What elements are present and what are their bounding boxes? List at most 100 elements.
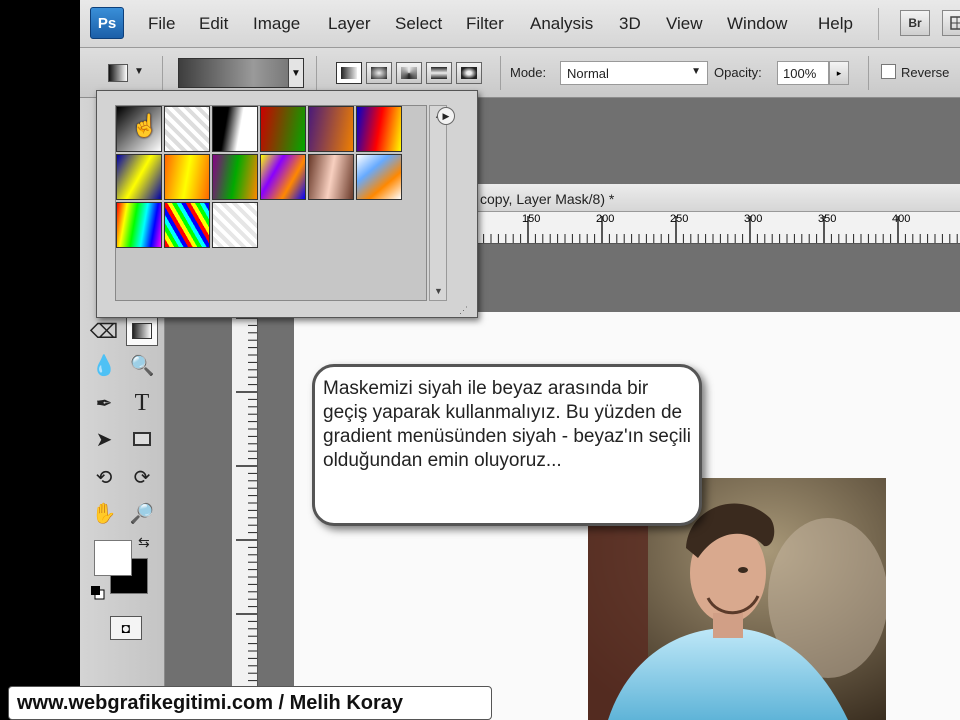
options-separator	[868, 56, 869, 90]
gradient-swatch[interactable]	[164, 154, 210, 200]
3d-rotate-tool[interactable]: ⟲	[88, 462, 120, 492]
diamond-gradient-button[interactable]	[456, 62, 482, 84]
ruler-label: 250	[670, 213, 689, 225]
gradient-swatch[interactable]	[164, 202, 210, 248]
gradient-swatch[interactable]	[116, 154, 162, 200]
watermark: www.webgrafikegitimi.com / Melih Koray	[8, 686, 492, 720]
type-tool[interactable]: T	[126, 388, 158, 418]
quick-mask-button[interactable]: ◘	[110, 616, 142, 640]
type-icon: T	[134, 389, 150, 416]
ruler-label: 400	[892, 213, 911, 225]
gradient-swatch[interactable]	[164, 106, 210, 152]
opacity-slider-button[interactable]: ▸	[829, 61, 849, 85]
menu-image[interactable]: Image	[253, 14, 300, 34]
menu-window[interactable]: Window	[727, 14, 787, 34]
chevron-down-icon: ▼	[134, 66, 144, 77]
ruler-label: 350	[818, 213, 837, 225]
rectangle-tool[interactable]	[126, 424, 158, 454]
menu-analysis[interactable]: Analysis	[530, 14, 593, 34]
rectangle-shape-icon	[133, 432, 151, 446]
gradient-swatch[interactable]: ☝	[116, 106, 162, 152]
3d-orbit-tool[interactable]: ⟳	[126, 462, 158, 492]
linear-gradient-button[interactable]	[336, 62, 362, 84]
chevron-down-icon: ▼	[691, 66, 701, 77]
diamond-gradient-icon	[461, 67, 477, 79]
bridge-button[interactable]: Br	[900, 10, 930, 36]
reverse-checkbox[interactable]	[881, 64, 896, 79]
gradient-swatch[interactable]	[356, 154, 402, 200]
quick-mask-icon: ◘	[121, 620, 131, 636]
swap-colors-icon[interactable]: ⇆	[138, 534, 150, 551]
pen-tool[interactable]: ✒	[88, 388, 120, 418]
popup-scrollbar[interactable]: ▲ ▼	[429, 105, 447, 301]
reverse-label: Reverse	[901, 65, 950, 80]
gradient-swatch[interactable]	[212, 202, 258, 248]
mode-value: Normal	[567, 66, 609, 81]
3d-rotate-icon: ⟲	[95, 466, 113, 489]
gradient-picker-popup: ☝ ▲ ▼ ▶ ⋰	[96, 90, 478, 318]
dodge-tool[interactable]: 🔍	[126, 350, 158, 380]
photoshop-logo-icon[interactable]: Ps	[90, 7, 124, 39]
gradient-swatch-grid: ☝	[115, 105, 427, 301]
3d-orbit-icon: ⟳	[133, 466, 151, 489]
hand-icon: ✋	[91, 502, 117, 525]
radial-gradient-button[interactable]	[366, 62, 392, 84]
menu-bar: Ps File Edit Image Layer Select Filter A…	[80, 0, 960, 48]
mode-label: Mode:	[510, 65, 547, 80]
blur-drop-icon: 💧	[91, 354, 117, 377]
ruler-label: 200	[596, 213, 615, 225]
path-selection-tool[interactable]: ➤	[88, 424, 120, 454]
opacity-label: Opacity:	[714, 65, 762, 80]
options-separator	[316, 56, 317, 90]
menu-view[interactable]: View	[666, 14, 703, 34]
resize-grip[interactable]: ⋰	[459, 305, 468, 316]
menu-3d[interactable]: 3D	[619, 14, 641, 34]
gradient-swatch[interactable]	[308, 154, 354, 200]
menu-edit[interactable]: Edit	[199, 14, 228, 34]
callout-text: Maskemizi siyah ile beyaz arasında bir g…	[323, 378, 692, 471]
gradient-tool-preset-icon	[108, 64, 128, 82]
popup-menu-button[interactable]: ▶	[437, 107, 455, 125]
blur-tool[interactable]: 💧	[88, 350, 120, 380]
dodge-icon: 🔍	[129, 354, 155, 377]
gradient-swatch[interactable]	[308, 106, 354, 152]
angle-gradient-button[interactable]	[396, 62, 422, 84]
gradient-swatch[interactable]	[260, 106, 306, 152]
gradient-swatch[interactable]	[212, 106, 258, 152]
default-colors-icon[interactable]	[91, 586, 105, 600]
grid-icon	[950, 16, 960, 30]
menu-help[interactable]: Help	[818, 14, 853, 34]
path-select-icon: ➤	[95, 428, 113, 451]
tool-preset-picker[interactable]: ▼	[104, 60, 144, 86]
scroll-down-icon[interactable]: ▼	[434, 286, 443, 296]
gradient-swatch[interactable]	[116, 202, 162, 248]
eraser-tool[interactable]: ⌫	[88, 316, 120, 346]
gradient-swatch[interactable]	[356, 106, 402, 152]
gradient-picker-arrow[interactable]: ▼	[288, 59, 303, 87]
angle-gradient-icon	[401, 67, 417, 79]
zoom-tool[interactable]: 🔎	[126, 498, 158, 528]
foreground-color-swatch[interactable]	[94, 540, 132, 576]
radial-gradient-icon	[371, 67, 387, 79]
gradient-preview[interactable]	[178, 58, 304, 88]
menu-layer[interactable]: Layer	[328, 14, 371, 34]
hand-tool[interactable]: ✋	[88, 498, 120, 528]
reflected-gradient-button[interactable]	[426, 62, 452, 84]
view-extras-button[interactable]	[942, 10, 960, 36]
options-separator	[162, 56, 163, 90]
mode-select[interactable]: Normal ▼	[560, 61, 708, 85]
menu-file[interactable]: File	[148, 14, 175, 34]
hand-cursor-icon: ☝	[131, 113, 159, 138]
ruler-label: 300	[744, 213, 763, 225]
tutorial-callout: Maskemizi siyah ile beyaz arasında bir g…	[312, 364, 702, 526]
screen-left-margin	[0, 0, 80, 720]
gradient-tool[interactable]	[126, 316, 158, 346]
reflected-gradient-icon	[431, 67, 447, 79]
menu-select[interactable]: Select	[395, 14, 442, 34]
menu-filter[interactable]: Filter	[466, 14, 504, 34]
menu-arrow-icon: ▶	[442, 110, 450, 121]
gradient-swatch[interactable]	[260, 154, 306, 200]
gradient-swatch[interactable]	[212, 154, 258, 200]
opacity-field[interactable]: 100%	[777, 61, 829, 85]
menu-separator	[878, 8, 879, 40]
